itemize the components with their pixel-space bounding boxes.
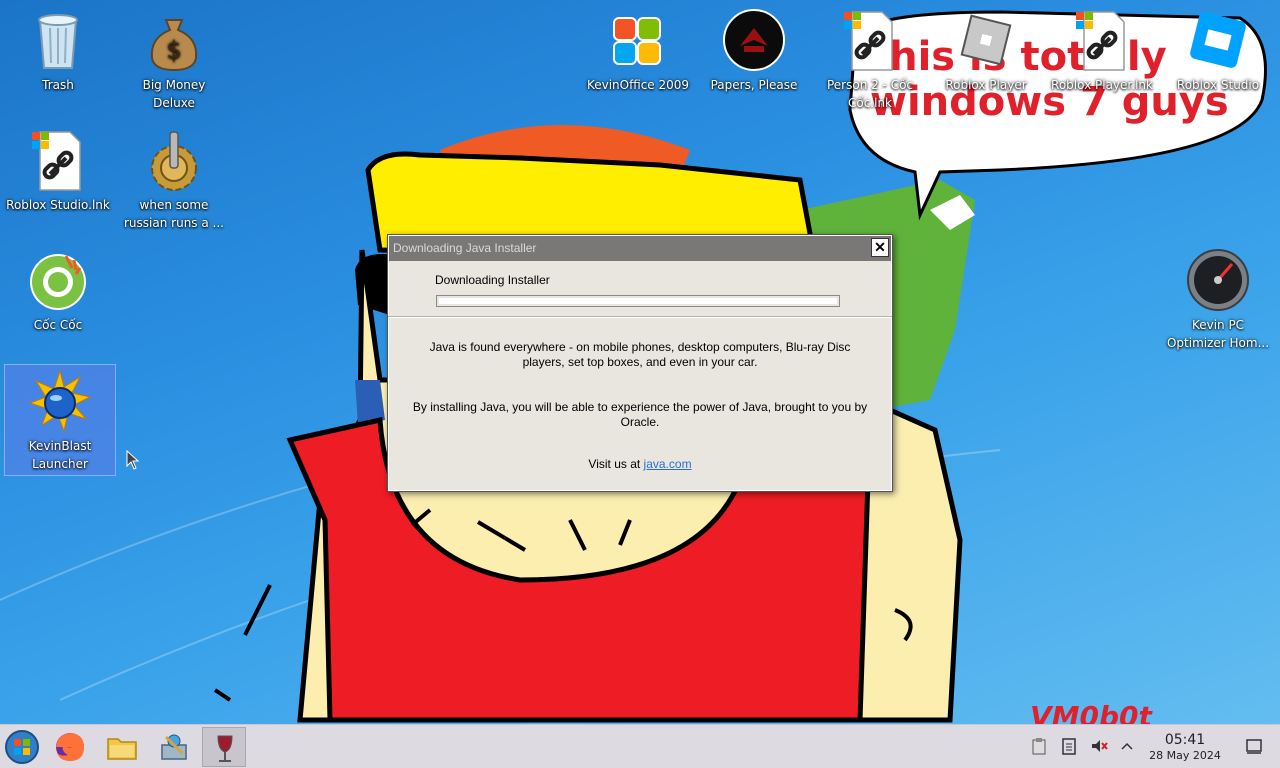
mouse-cursor-icon (126, 450, 140, 470)
shortcut-file-icon (1076, 11, 1125, 71)
start-menu-button[interactable] (0, 727, 44, 767)
kevinblast-launcher-icon (28, 369, 92, 433)
papers-please-icon (723, 9, 785, 71)
clock-date[interactable]: 28 May 2024 (1140, 749, 1230, 762)
volume-muted-icon[interactable] (1090, 737, 1108, 755)
dialog-title[interactable]: Downloading Java Installer (389, 236, 891, 261)
desktop-icon-label: Person 2 - Cốc Cốc.lnk (826, 78, 914, 110)
shortcut-file-icon (844, 11, 893, 71)
java-description: Java is found everywhere - on mobile pho… (429, 340, 851, 369)
desktop[interactable]: this is totally windows 7 guys VM0b0t Tr… (0, 0, 1280, 724)
desktop-icon-label: Kevin PC Optimizer Hom... (1166, 318, 1270, 350)
windows-orb-icon (5, 730, 39, 764)
desktop-icon-roblox-studio-lnk[interactable]: Roblox Studio.lnk (2, 124, 114, 214)
network-tool-icon (161, 734, 187, 760)
speedometer-icon (1187, 249, 1249, 311)
taskbar-file-manager[interactable] (100, 727, 144, 767)
desktop-icon-label: when some russian runs a ... (124, 198, 224, 230)
money-bag-icon: $ (150, 19, 198, 72)
desktop-icon-roblox-player-lnk[interactable]: Roblox Player.lnk (1046, 4, 1158, 94)
desktop-icon-label: Roblox Studio.lnk (6, 198, 110, 212)
desktop-icon-label: Roblox Player.lnk (1051, 78, 1153, 92)
close-button[interactable]: ✕ (871, 238, 889, 257)
desktop-icon-label: KevinOffice 2009 (586, 78, 690, 92)
wine-glass-icon (217, 735, 233, 762)
desktop-icon-big-money-deluxe[interactable]: $ Big Money Deluxe (118, 4, 230, 112)
download-progress-bar (436, 295, 840, 307)
svg-text:$: $ (166, 36, 181, 64)
clipboard-tray-icon[interactable] (1030, 737, 1048, 755)
dialog-divider (388, 316, 892, 318)
shortcut-file-icon (32, 131, 81, 191)
download-status: Downloading Installer (435, 273, 550, 287)
desktop-icon-label: Roblox Studio (1176, 78, 1260, 92)
trash-icon (38, 14, 78, 69)
gear-icon (151, 131, 197, 191)
coc-coc-browser-icon (30, 254, 86, 310)
taskbar-firefox[interactable] (48, 727, 92, 767)
desktop-icon-person-2-coc-coc[interactable]: Person 2 - Cốc Cốc.lnk (814, 4, 926, 112)
desktop-icon-label: Cốc Cốc (33, 318, 83, 332)
folder-icon (107, 738, 137, 760)
desktop-icon-label: Big Money Deluxe (142, 78, 206, 110)
office-logo-icon (613, 17, 661, 65)
desktop-icon-label: Trash (42, 78, 74, 92)
desktop-icon-kevinoffice-2009[interactable]: KevinOffice 2009 (582, 4, 694, 94)
desktop-icon-roblox-player[interactable]: Roblox Player (930, 4, 1042, 94)
visit-prefix: Visit us at (588, 457, 644, 471)
taskbar-wine-app[interactable] (202, 727, 246, 767)
show-desktop-icon[interactable] (1245, 737, 1263, 755)
taskbar-network-tool[interactable] (152, 727, 196, 767)
notes-tray-icon[interactable] (1060, 737, 1078, 755)
desktop-icon-kevinblast-launcher[interactable]: KevinBlast Launcher (4, 364, 116, 476)
desktop-icon-kevin-pc-optimizer[interactable]: Kevin PC Optimizer Hom... (1162, 244, 1274, 352)
desktop-icon-when-some-russian[interactable]: when some russian runs a ... (118, 124, 230, 232)
desktop-icon-papers-please[interactable]: Papers, Please (698, 4, 810, 94)
desktop-icon-label: Roblox Player (945, 78, 1027, 92)
oracle-description: By installing Java, you will be able to … (412, 400, 868, 429)
desktop-icon-trash[interactable]: Trash (2, 4, 114, 94)
java-installer-dialog[interactable]: Downloading Java Installer ✕ Downloading… (387, 234, 893, 492)
firefox-icon (56, 733, 84, 761)
chevron-up-icon[interactable] (1118, 737, 1136, 755)
java-com-link[interactable]: java.com (644, 457, 692, 471)
taskbar: 05:41 28 May 2024 (0, 724, 1280, 768)
roblox-studio-icon (1190, 12, 1246, 68)
desktop-icon-label: KevinBlast Launcher (28, 439, 92, 471)
visit-line: Visit us at java.com (408, 457, 872, 472)
desktop-icon-coc-coc[interactable]: Cốc Cốc (2, 244, 114, 334)
desktop-icon-label: Papers, Please (710, 78, 798, 92)
clock-time[interactable]: 05:41 (1150, 732, 1220, 748)
desktop-icon-roblox-studio[interactable]: Roblox Studio (1162, 4, 1274, 94)
wallpaper-signature: VM0b0t (1030, 700, 1154, 724)
roblox-logo-icon (960, 14, 1012, 66)
